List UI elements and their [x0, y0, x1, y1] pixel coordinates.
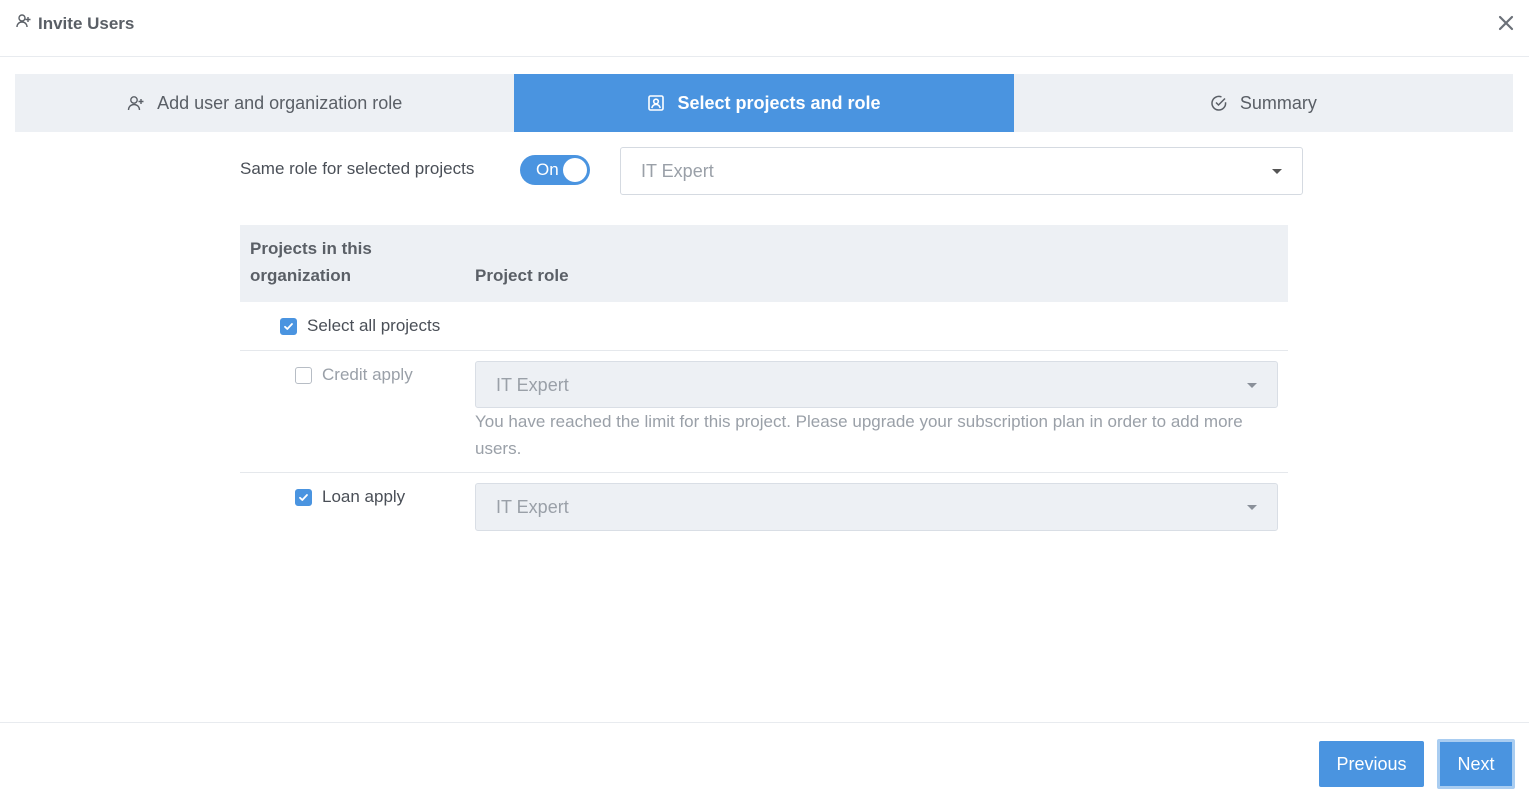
caret-down-icon: [1247, 505, 1257, 510]
tab-summary[interactable]: Summary: [1014, 74, 1513, 132]
caret-down-icon: [1247, 383, 1257, 388]
project-role-select-credit-apply: IT Expert: [475, 361, 1278, 408]
toggle-state-label: On: [536, 160, 559, 179]
row-divider: [240, 350, 1288, 351]
project-checkbox-loan-apply[interactable]: [295, 489, 312, 506]
tab-select-projects-label: Select projects and role: [677, 92, 881, 113]
modal-header: Invite Users: [0, 0, 1529, 57]
next-button[interactable]: Next: [1437, 739, 1515, 789]
project-name-loan-apply: Loan apply: [322, 487, 406, 506]
projects-table-header: Projects in this organization Project ro…: [240, 225, 1288, 302]
global-role-select[interactable]: IT Expert: [620, 147, 1303, 195]
id-badge-icon: [648, 95, 665, 111]
tab-summary-label: Summary: [1239, 92, 1317, 113]
project-name-credit-apply: Credit apply: [322, 365, 413, 384]
wizard-steps: Add user and organization role Select pr…: [15, 74, 1513, 132]
caret-down-icon: [1272, 169, 1282, 174]
user-plus-icon: [16, 13, 32, 34]
same-role-toggle[interactable]: On: [520, 155, 590, 185]
previous-button[interactable]: Previous: [1319, 741, 1424, 787]
toggle-knob: [563, 158, 587, 182]
tab-select-projects[interactable]: Select projects and role: [514, 74, 1014, 132]
close-icon: [1498, 15, 1514, 31]
column-header-projects: Projects in this organization: [250, 239, 372, 285]
limit-warning-message: You have reached the limit for this proj…: [475, 412, 1243, 458]
project-role-value: IT Expert: [496, 375, 569, 395]
project-role-select-loan-apply[interactable]: IT Expert: [475, 483, 1278, 531]
modal-title-text: Invite Users: [38, 13, 135, 33]
row-divider: [240, 472, 1288, 473]
column-header-role: Project role: [475, 266, 569, 285]
modal-title: Invite Users: [16, 13, 134, 34]
project-checkbox-credit-apply[interactable]: [295, 367, 312, 384]
same-role-label: Same role for selected projects: [240, 159, 475, 178]
check-icon: [299, 494, 308, 501]
select-all-checkbox[interactable]: [280, 318, 297, 335]
tab-add-user[interactable]: Add user and organization role: [15, 74, 514, 132]
project-role-value: IT Expert: [496, 497, 569, 517]
check-circle-icon: [1211, 95, 1227, 111]
close-button[interactable]: [1495, 12, 1517, 34]
global-role-value: IT Expert: [641, 161, 714, 181]
tab-add-user-label: Add user and organization role: [157, 92, 403, 113]
modal-footer: [0, 722, 1529, 798]
user-plus-icon: [127, 96, 144, 111]
select-all-label: Select all projects: [307, 316, 441, 335]
check-icon: [284, 323, 293, 330]
